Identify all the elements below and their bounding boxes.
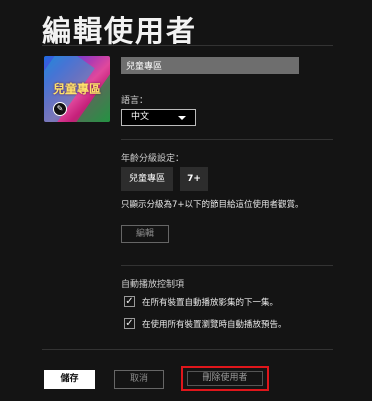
checkmark-icon: ✓ xyxy=(125,296,134,307)
delete-profile-button[interactable]: 刪除使用者 xyxy=(187,371,263,386)
profile-name-input[interactable] xyxy=(121,57,299,74)
checkmark-icon: ✓ xyxy=(125,318,134,329)
maturity-description: 只顯示分級為7+以下的節目給這位使用者觀賞。 xyxy=(121,200,304,210)
maturity-badge-rating: 7+ xyxy=(180,167,208,191)
pencil-icon[interactable]: ✎ xyxy=(53,102,67,116)
avatar-label: 兒童專區 xyxy=(52,82,101,96)
maturity-badge-name: 兒童專區 xyxy=(121,167,173,191)
language-select[interactable]: 中文 xyxy=(121,109,196,126)
divider xyxy=(42,349,333,350)
language-selected-value: 中文 xyxy=(131,112,150,122)
divider xyxy=(121,265,333,266)
cancel-button[interactable]: 取消 xyxy=(114,370,164,389)
page-title: 編輯使用者 xyxy=(42,14,198,48)
autoplay-previews-checkbox[interactable]: ✓ xyxy=(124,318,135,329)
save-button[interactable]: 儲存 xyxy=(44,370,95,389)
autoplay-previews-label: 在使用所有裝置瀏覽時自動播放預告。 xyxy=(142,320,287,330)
divider xyxy=(121,139,333,140)
edit-maturity-button[interactable]: 編輯 xyxy=(121,225,169,243)
autoplay-next-episode-checkbox[interactable]: ✓ xyxy=(124,296,135,307)
caret-down-icon xyxy=(178,116,186,120)
avatar[interactable]: 兒童專區 ✎ xyxy=(44,56,110,122)
autoplay-label: 自動播放控制項 xyxy=(121,280,185,290)
autoplay-next-episode-label: 在所有裝置自動播放影集的下一集。 xyxy=(142,298,279,308)
delete-profile-highlight: 刪除使用者 xyxy=(181,366,269,391)
language-label: 語言： xyxy=(121,96,149,106)
maturity-label: 年齡分級設定： xyxy=(121,154,185,164)
divider xyxy=(42,45,333,46)
